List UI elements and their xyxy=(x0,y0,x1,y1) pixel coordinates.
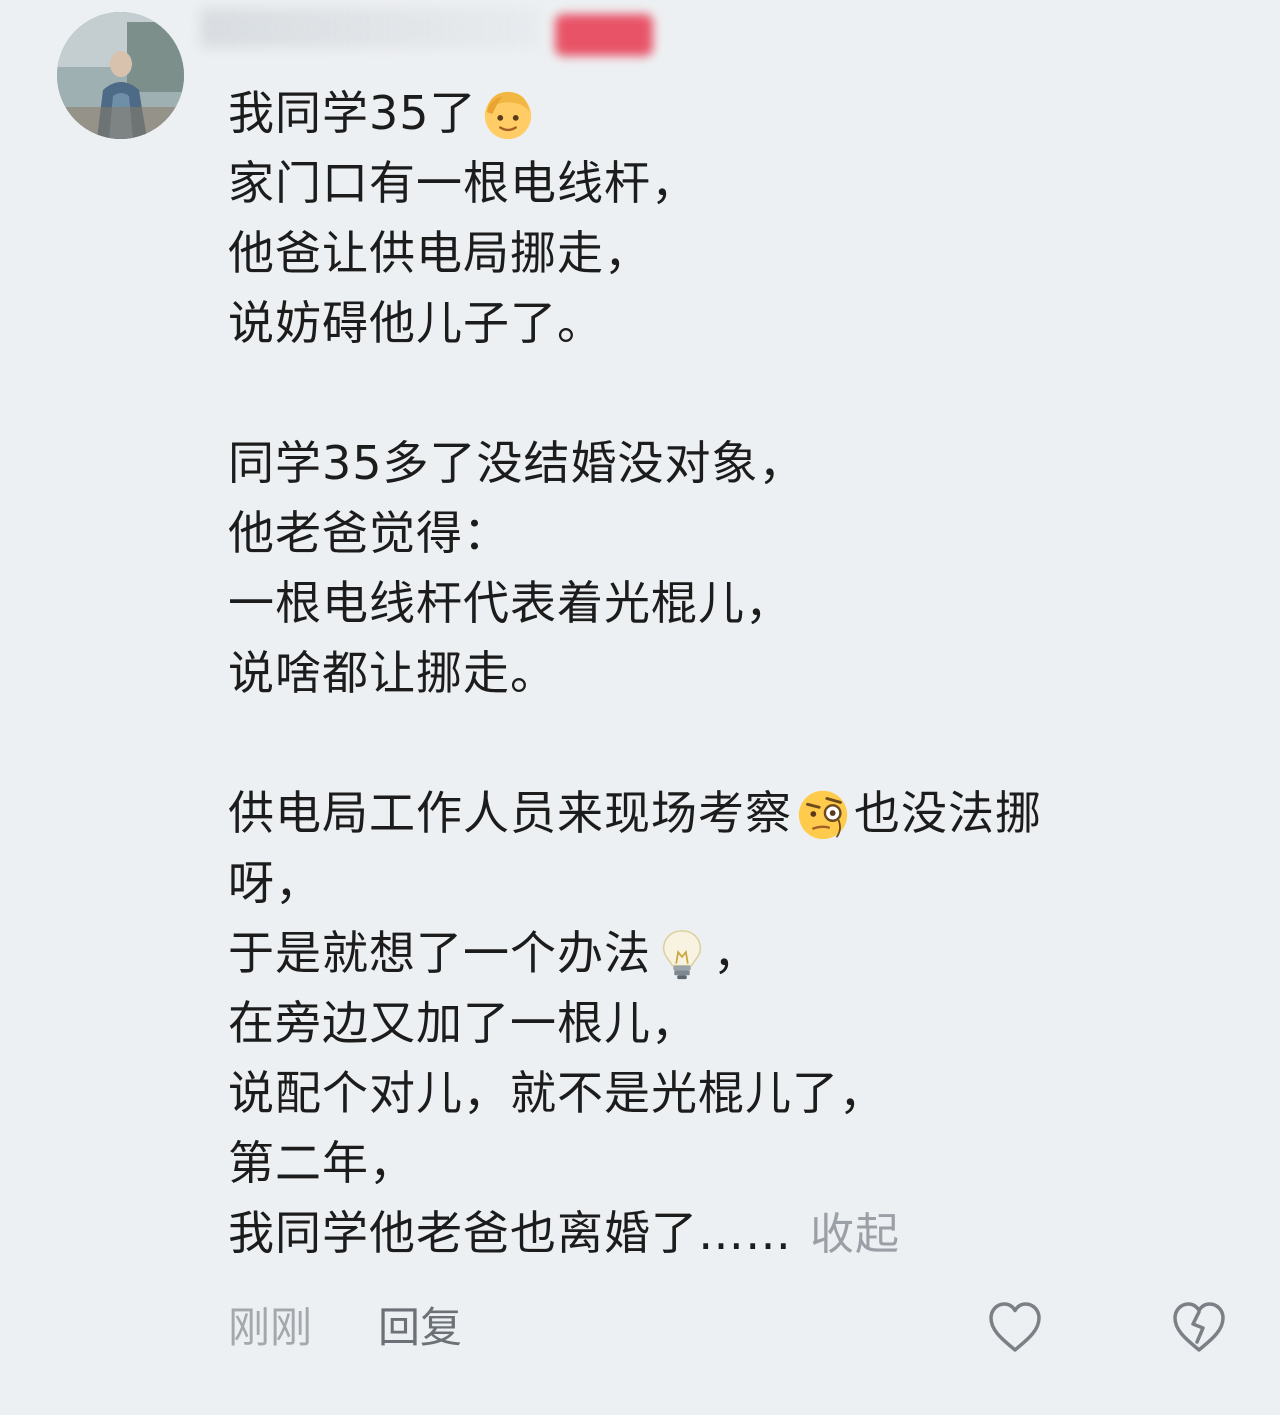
comment-footer: 刚刚 回复 xyxy=(228,1298,1268,1358)
comment-line: 第二年， xyxy=(228,1136,416,1190)
light-bulb-emoji xyxy=(653,925,711,983)
blond-person-emoji xyxy=(479,85,537,143)
comment-text: 也没法挪 xyxy=(854,786,1042,840)
author-badge xyxy=(555,14,653,56)
timestamp: 刚刚 xyxy=(228,1303,313,1352)
comment-line: 他爸让供电局挪走， xyxy=(228,226,651,280)
comment-line: 供电局工作人员来现场考察 也没法挪 xyxy=(228,778,1228,848)
username[interactable] xyxy=(200,8,540,48)
comment-line: 我同学35了 xyxy=(228,78,1228,148)
comment-line: 呀， xyxy=(228,856,322,910)
face-with-monocle-emoji xyxy=(794,785,852,843)
avatar-image xyxy=(57,12,184,139)
comment-text: 我同学35了 xyxy=(228,86,477,140)
comment-text: 我同学他老爸也离婚了…… xyxy=(228,1206,792,1260)
avatar[interactable] xyxy=(57,12,184,139)
comment-line: 在旁边又加了一根儿， xyxy=(228,996,698,1050)
comment-line: 他老爸觉得： xyxy=(228,506,510,560)
heart-outline-icon[interactable] xyxy=(986,1300,1044,1354)
reply-button[interactable]: 回复 xyxy=(378,1298,462,1358)
comment-line: 同学35多了没结婚没对象， xyxy=(228,436,806,490)
comment-page: 我同学35了 家门口有一根电线杆， 他爸让供电局挪走， 说妨碍他儿子了。 同学3… xyxy=(0,0,1280,1415)
comment-line: 说配个对儿，就不是光棍儿了， xyxy=(228,1066,886,1120)
comment-body: 我同学35了 家门口有一根电线杆， 他爸让供电局挪走， 说妨碍他儿子了。 同学3… xyxy=(228,78,1228,1268)
comment-line: 我同学他老爸也离婚了…… 收起 xyxy=(228,1198,1228,1268)
comment-line: 于是就想了一个办法 ， xyxy=(228,918,1228,988)
broken-heart-outline-icon[interactable] xyxy=(1170,1300,1228,1354)
comment-text: ， xyxy=(713,926,760,980)
comment-line: 说妨碍他儿子了。 xyxy=(228,296,604,350)
comment-text: 供电局工作人员来现场考察 xyxy=(228,786,792,840)
collapse-button[interactable]: 收起 xyxy=(810,1209,900,1260)
comment-text: 于是就想了一个办法 xyxy=(228,926,651,980)
comment-line: 一根电线杆代表着光棍儿， xyxy=(228,576,792,630)
comment-line: 家门口有一根电线杆， xyxy=(228,156,698,210)
comment-line: 说啥都让挪走。 xyxy=(228,646,557,700)
